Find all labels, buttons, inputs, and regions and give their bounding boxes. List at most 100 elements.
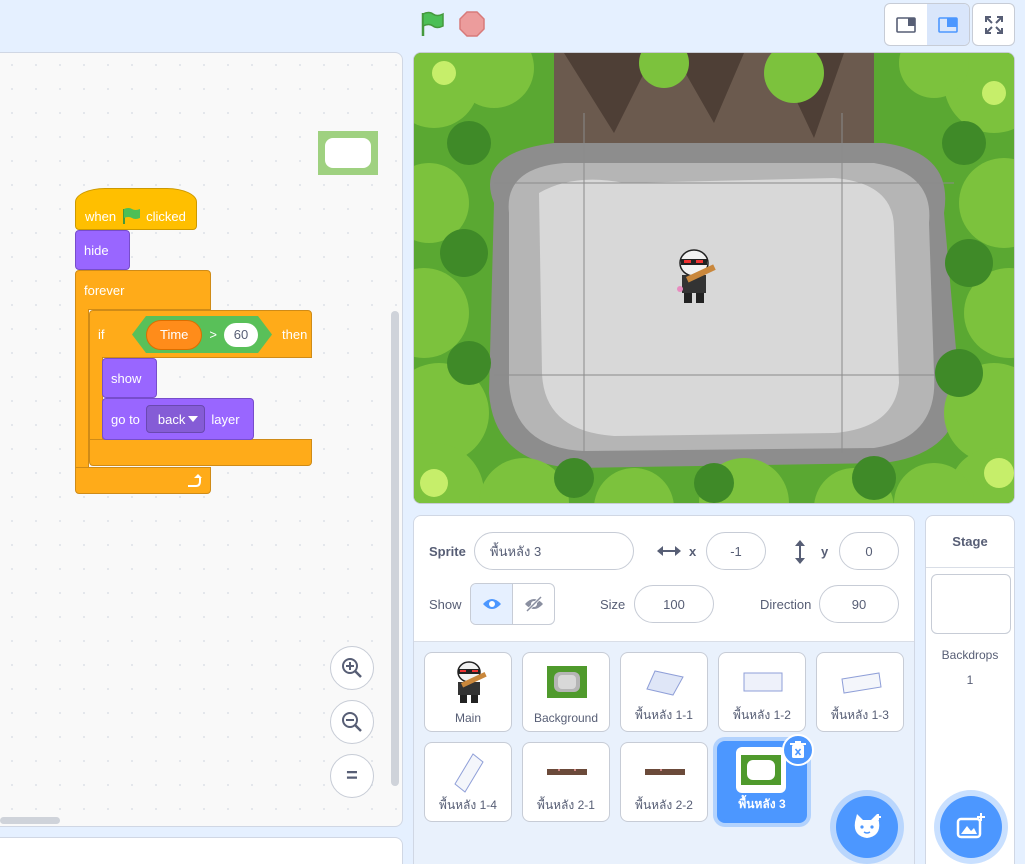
backpack-panel[interactable] [0, 837, 403, 864]
sprite-tile[interactable]: พื้นหลัง 2-2 [620, 742, 708, 822]
stage-backdrop [414, 53, 1014, 503]
visibility-toggle [470, 583, 555, 625]
sprite-tile[interactable]: Main [424, 652, 512, 732]
zoom-out-icon [342, 712, 362, 732]
add-backdrop-button[interactable] [940, 796, 1002, 858]
sprite-thumbnail [542, 659, 592, 705]
number-input-60[interactable]: 60 [224, 322, 258, 347]
horizontal-scrollbar[interactable] [0, 817, 60, 824]
fullscreen-button[interactable] [972, 3, 1015, 46]
size-input[interactable]: 100 [634, 585, 714, 623]
if-bottom [89, 439, 312, 466]
sprite-name-value: พื้นหลัง 3 [490, 543, 542, 559]
when-label: when [85, 208, 117, 224]
backdrops-label: Backdrops [941, 648, 999, 662]
sprite-tile[interactable]: พื้นหลัง 1-2 [718, 652, 806, 732]
zoom-out-button[interactable] [330, 700, 374, 744]
goto-label: go to [111, 411, 140, 427]
value-60: 60 [233, 327, 249, 342]
sprite-name: พื้นหลัง 2-1 [537, 798, 595, 812]
sprite-name: พื้นหลัง 1-3 [831, 708, 889, 722]
hide-label: hide [84, 242, 109, 258]
trash-icon [790, 741, 806, 758]
hide-invisible-button[interactable] [513, 584, 554, 624]
sprite-thumbnail [640, 659, 690, 705]
size-value: 100 [663, 596, 685, 612]
x-input[interactable]: -1 [706, 532, 766, 570]
show-block[interactable]: show [102, 358, 157, 398]
direction-value: 90 [851, 596, 867, 612]
show-label: show [111, 370, 142, 386]
gt-label: > [209, 327, 217, 342]
stage-size-toggle[interactable] [884, 3, 970, 46]
add-sprite-button[interactable] [836, 796, 898, 858]
sprite-tile[interactable]: พื้นหลัง 2-1 [522, 742, 610, 822]
cat-add-icon [854, 814, 881, 838]
zoom-in-icon [342, 658, 362, 678]
vertical-scrollbar[interactable] [391, 311, 399, 786]
sprite-thumbnail [736, 747, 786, 793]
delete-sprite-button[interactable] [782, 734, 814, 766]
sprite-tile[interactable]: พื้นหลัง 1-4 [424, 742, 512, 822]
sprite-name: Main [454, 711, 481, 725]
sprite-tile[interactable]: Background [522, 652, 610, 732]
current-sprite-thumbnail [318, 131, 378, 175]
normal-stage-button[interactable] [927, 4, 969, 45]
time-label: Time [160, 327, 189, 342]
sprite-name: พื้นหลัง 2-2 [635, 798, 693, 812]
y-label: y [821, 544, 829, 559]
stop-button[interactable] [458, 10, 486, 38]
y-value: 0 [865, 543, 873, 559]
small-stage-icon [896, 16, 916, 33]
sprite-thumbnail [738, 659, 788, 705]
hide-block[interactable]: hide [75, 230, 130, 270]
forever-label: forever [84, 282, 125, 298]
then-label: then [282, 326, 308, 342]
dropdown-arrow-icon [188, 416, 199, 422]
x-value: -1 [730, 543, 742, 559]
loop-arrow-icon [188, 473, 202, 487]
y-arrows-icon [795, 540, 805, 564]
stage-thumbnail[interactable] [931, 574, 1011, 634]
green-flag-button[interactable] [418, 10, 446, 38]
green-flag-icon [123, 208, 141, 224]
stop-icon [459, 11, 485, 37]
show-label: Show [429, 597, 462, 612]
forever-bottom [75, 467, 211, 494]
show-visible-button[interactable] [471, 584, 513, 624]
y-input[interactable]: 0 [839, 532, 899, 570]
sprite-name: พื้นหลัง 1-1 [635, 708, 693, 722]
small-stage-button[interactable] [885, 4, 927, 45]
sprite-name-input[interactable]: พื้นหลัง 3 [474, 532, 634, 570]
stage-canvas[interactable] [413, 52, 1015, 504]
zoom-reset-button[interactable]: = [330, 754, 374, 798]
eye-slash-icon [524, 595, 543, 613]
time-variable-reporter[interactable]: Time [146, 319, 203, 350]
sprite-name: Background [533, 711, 599, 725]
go-to-layer-block[interactable]: go to back layer [102, 398, 254, 440]
layer-dropdown[interactable]: back [145, 405, 206, 433]
layer-label: layer [211, 411, 240, 427]
direction-input[interactable]: 90 [819, 585, 899, 623]
sprite-tile[interactable]: พื้นหลัง 1-3 [816, 652, 904, 732]
sprite-thumbnail [542, 749, 592, 795]
zoom-in-button[interactable] [330, 646, 374, 690]
forever-block[interactable]: forever [75, 270, 211, 310]
direction-label: Direction [760, 597, 812, 612]
zoom-reset-label: = [346, 764, 358, 787]
image-add-icon [956, 813, 985, 839]
when-flag-clicked-block[interactable]: when clicked [75, 188, 197, 230]
sprite-name: พื้นหลัง 1-4 [439, 798, 497, 812]
stage-title: Stage [926, 516, 1014, 568]
if-then-block[interactable]: if Time > 60 then [89, 310, 312, 358]
greater-than-operator[interactable]: Time > 60 [132, 316, 272, 353]
sprite-name: พื้นหลัง 1-2 [733, 708, 791, 722]
x-label: x [689, 544, 697, 559]
forever-arm [75, 309, 89, 469]
x-arrows-icon [657, 546, 681, 556]
code-workspace[interactable]: when clicked hide forever if Time > 60 t… [0, 52, 403, 827]
clicked-label: clicked [146, 208, 186, 224]
eye-icon [482, 599, 501, 609]
sprite-tile[interactable]: พื้นหลัง 1-1 [620, 652, 708, 732]
size-label: Size [600, 597, 626, 612]
